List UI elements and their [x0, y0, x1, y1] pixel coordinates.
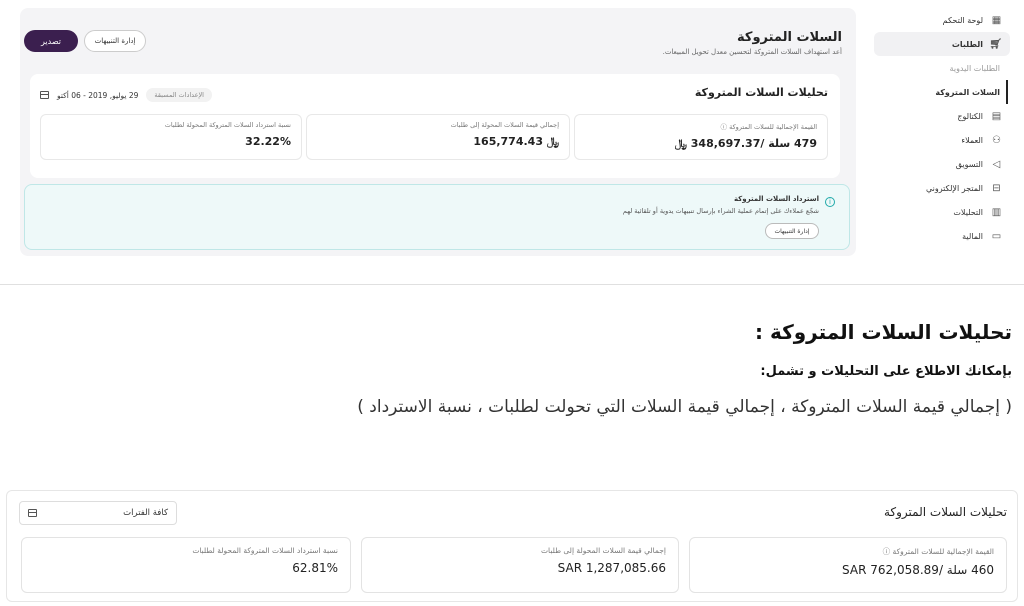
recovery-manage-alerts-button[interactable]: إدارة التنبيهات — [765, 223, 819, 239]
stat-value: 32.22% — [245, 135, 291, 148]
dashboard-screenshot: ▦ لوحة التحكم 🛒︎ الطلبات الطلبات اليدوية… — [0, 0, 1024, 262]
stat-label: نسبة استرداد السلات المتروكة المحولة لطل… — [192, 546, 338, 555]
stat-value: 62.81% — [292, 561, 338, 575]
users-icon: ⚇ — [992, 134, 1001, 146]
calendar-icon — [28, 509, 37, 517]
recovery-card-title: استرداد السلات المتروكة — [733, 195, 819, 203]
article-heading: تحليلات السلات المتروكة : — [755, 320, 1012, 344]
sidebar-item-catalog[interactable]: ▤ الكتالوج — [874, 104, 1010, 128]
stat-label: إجمالي قيمة السلات المحولة إلى طلبات — [450, 121, 559, 129]
analytics-panel-screenshot: تحليلات السلات المتروكة كافة الفترات الق… — [6, 490, 1018, 602]
sidebar-item-dashboard[interactable]: ▦ لوحة التحكم — [874, 8, 1010, 32]
main-panel: السلات المتروكة أعد استهداف السلات المتر… — [20, 8, 856, 256]
sidebar-item-label: التسويق — [955, 159, 983, 169]
wallet-icon: ▭ — [991, 230, 1002, 242]
stat-total-abandoned: القيمة الإجمالية للسلات المتروكة ⓘ 479 س… — [574, 114, 828, 160]
export-button[interactable]: تصدير — [24, 30, 78, 52]
stat-label: القيمة الإجمالية للسلات المتروكة ⓘ — [720, 123, 817, 131]
sidebar-item-store[interactable]: ⊟ المتجر الإلكتروني — [874, 176, 1010, 200]
page-subtitle: أعد استهداف السلات المتروكة لتحسين معدل … — [662, 48, 842, 56]
recovery-card-description: شجّع عملاءك على إتمام عملية الشراء بإرسا… — [622, 207, 819, 215]
calendar-icon — [40, 91, 49, 99]
sidebar-item-label: الكتالوج — [957, 111, 983, 121]
stat-total-abandoned: القيمة الإجمالية للسلات المتروكة ⓘ 460 س… — [689, 537, 1007, 593]
sidebar-item-analytics[interactable]: ▥ التحليلات — [874, 200, 1010, 224]
stat-value: SAR 1,287,085.66 — [557, 561, 666, 575]
sidebar-item-finance[interactable]: ▭ المالية — [874, 224, 1010, 248]
sidebar-item-label: التحليلات — [953, 207, 983, 217]
stat-label: إجمالي قيمة السلات المحولة إلى طلبات — [540, 546, 666, 555]
presets-chip[interactable]: الإعدادات المسبقة — [146, 88, 212, 102]
sidebar-item-abandoned-carts[interactable]: السلات المتروكة — [874, 80, 1008, 104]
analytics-card: تحليلات السلات المتروكة الإعدادات المسبق… — [30, 74, 840, 178]
article-subheading: بإمكانك الاطلاع على التحليلات و تشمل: — [760, 364, 1012, 379]
section-divider — [0, 284, 1024, 285]
article: تحليلات السلات المتروكة : بإمكانك الاطلا… — [12, 320, 1012, 417]
manage-alerts-button[interactable]: إدارة التنبيهات — [84, 30, 146, 52]
stat-converted-value: إجمالي قيمة السلات المحولة إلى طلبات SAR… — [361, 537, 679, 593]
stat-converted-value: إجمالي قيمة السلات المحولة إلى طلبات ﷼ 1… — [306, 114, 570, 160]
stat-value: 460 سلة /SAR 762,058.89 — [842, 563, 994, 577]
analytics-card-title: تحليلات السلات المتروكة — [694, 86, 828, 99]
store-icon: ⊟ — [992, 182, 1001, 194]
sidebar-item-customers[interactable]: ⚇ العملاء — [874, 128, 1010, 152]
stat-value: ﷼ 165,774.43 — [473, 135, 559, 148]
article-paragraph: ( إجمالي قيمة السلات المتروكة ، إجمالي ق… — [357, 397, 1012, 417]
sidebar-item-label: العملاء — [961, 135, 983, 145]
stat-value: 479 سلة /348,697.37 ﷼ — [674, 137, 817, 150]
sidebar-item-marketing[interactable]: ◁ التسويق — [874, 152, 1010, 176]
sidebar-item-label: المالية — [962, 231, 983, 241]
sidebar-item-label: السلات المتروكة — [935, 87, 1000, 97]
recovery-card: i استرداد السلات المتروكة شجّع عملاءك عل… — [24, 184, 850, 250]
sidebar-item-label: الطلبات اليدوية — [949, 63, 1000, 73]
megaphone-icon: ◁ — [992, 158, 1001, 170]
sidebar-item-orders[interactable]: 🛒︎ الطلبات — [874, 32, 1010, 56]
stat-label: نسبة استرداد السلات المتروكة المحولة لطل… — [164, 121, 291, 129]
period-filter-value: كافة الفترات — [123, 508, 168, 518]
date-range-picker[interactable]: الإعدادات المسبقة 29 يوليو, 2019 - 06 أك… — [40, 88, 212, 102]
sidebar-item-label: لوحة التحكم — [942, 15, 983, 25]
cart-icon: 🛒︎ — [989, 38, 1002, 50]
page-title: السلات المتروكة — [737, 30, 842, 45]
stat-recovery-rate: نسبة استرداد السلات المتروكة المحولة لطل… — [21, 537, 351, 593]
period-filter-select[interactable]: كافة الفترات — [19, 501, 177, 525]
analytics-panel-title: تحليلات السلات المتروكة — [883, 505, 1007, 519]
dashboard-icon: ▦ — [991, 14, 1002, 26]
stat-label: القيمة الإجمالية للسلات المتروكة ⓘ — [882, 547, 994, 556]
sidebar: ▦ لوحة التحكم 🛒︎ الطلبات الطلبات اليدوية… — [874, 8, 1010, 248]
date-range-text: 29 يوليو, 2019 - 06 أكتو — [57, 90, 139, 100]
sidebar-item-label: المتجر الإلكتروني — [925, 183, 983, 193]
catalog-icon: ▤ — [991, 110, 1002, 122]
sidebar-item-label: الطلبات — [951, 39, 983, 49]
sidebar-item-manual-orders[interactable]: الطلبات اليدوية — [874, 56, 1010, 80]
info-icon: i — [825, 197, 835, 207]
stat-recovery-rate: نسبة استرداد السلات المتروكة المحولة لطل… — [40, 114, 302, 160]
bar-chart-icon: ▥ — [991, 206, 1002, 218]
